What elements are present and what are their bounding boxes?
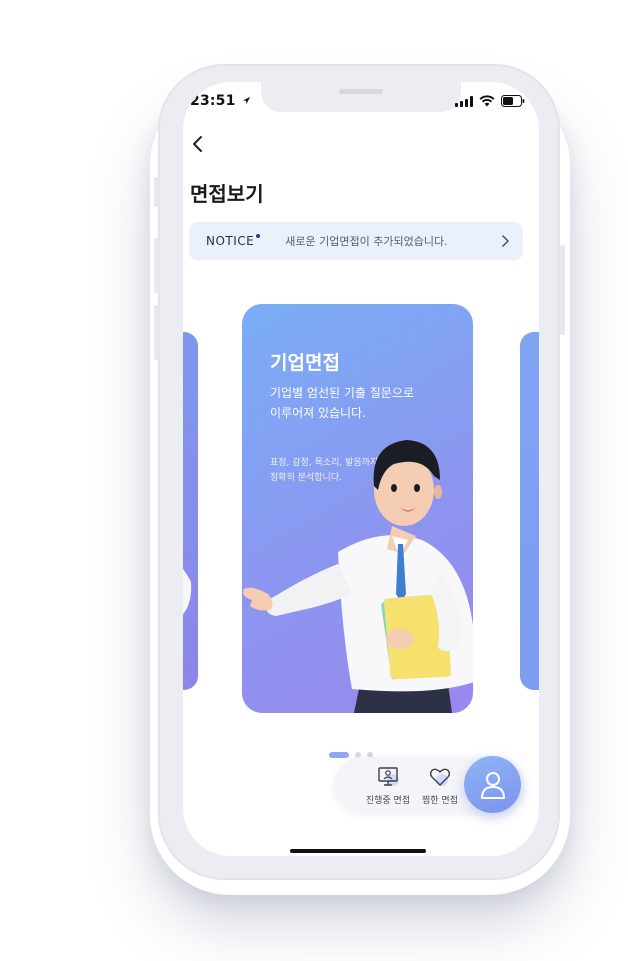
status-time-text: 23:51	[190, 93, 236, 109]
page-title: 면접보기	[190, 182, 264, 206]
tab-label: 진행중 면접	[365, 796, 411, 806]
notice-text: 새로운 기업면접이 추가되었습니다.	[285, 235, 448, 248]
location-arrow-icon	[242, 96, 250, 105]
pager-dot-active[interactable]	[329, 752, 349, 758]
chevron-right-icon[interactable]	[497, 233, 513, 249]
profile-button[interactable]	[464, 756, 521, 813]
notch	[261, 82, 461, 112]
battery-icon	[501, 95, 525, 107]
carousel-card-prev[interactable]	[183, 332, 198, 690]
back-button[interactable]	[188, 134, 208, 154]
heart-icon	[429, 768, 451, 786]
carousel-card-corporate-interview[interactable]: 기업면접 기업별 엄선된 기출 질문으로 이루어져 있습니다. 표정, 감정, …	[242, 304, 473, 713]
phone-side-button	[154, 305, 159, 360]
notice-banner[interactable]: NOTICE 새로운 기업면접이 추가되었습니다.	[189, 222, 523, 260]
carousel-card-next[interactable]	[520, 332, 539, 690]
phone-side-button	[560, 245, 565, 335]
tab-saved-interview[interactable]: 찜한 면접	[410, 765, 470, 806]
notice-label-text: NOTICE	[206, 234, 255, 248]
user-icon	[480, 771, 505, 799]
tab-in-progress-interview[interactable]: 진행중 면접	[358, 765, 418, 806]
monitor-icon	[378, 767, 399, 786]
presenter-illustration-partial	[183, 569, 192, 615]
phone-side-button	[154, 238, 159, 293]
speaker	[339, 89, 383, 94]
notice-new-dot	[256, 234, 261, 238]
phone-side-button	[154, 177, 159, 207]
status-icons	[455, 95, 525, 107]
wifi-icon	[479, 95, 495, 107]
signal-icon	[455, 95, 473, 107]
status-time: 23:51	[190, 93, 251, 109]
app-screen: 23:51 면접보기 NOTICE 새로운 기업면접이 추가되었습니다. 기업면…	[183, 82, 539, 856]
notice-label: NOTICE	[206, 234, 261, 248]
tab-label: 찜한 면접	[422, 796, 458, 806]
home-indicator[interactable]	[290, 849, 426, 853]
interviewer-illustration	[243, 440, 473, 713]
